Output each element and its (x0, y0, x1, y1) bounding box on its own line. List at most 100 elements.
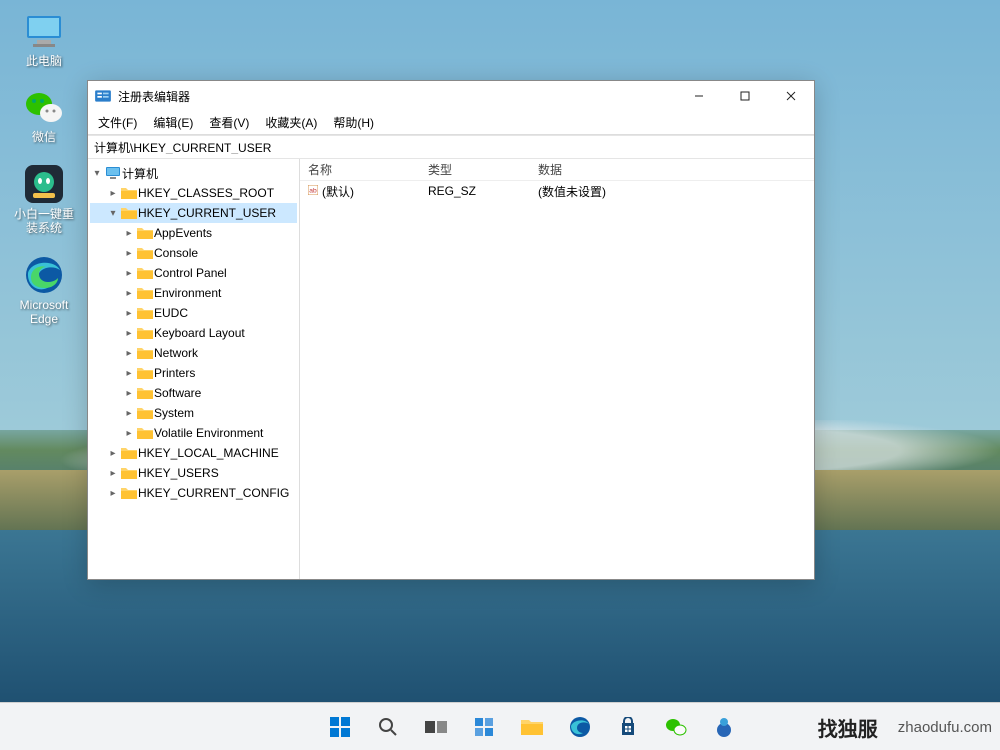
chevron-icon[interactable]: ▸ (122, 228, 136, 239)
desktop-icon-1[interactable]: 微信 (10, 86, 78, 144)
chevron-icon[interactable]: ▸ (106, 448, 120, 459)
folder-icon (120, 485, 138, 501)
tree-item-selected[interactable]: ▾ HKEY_CURRENT_USER (90, 203, 297, 223)
value-data: (数值未设置) (530, 183, 814, 200)
titlebar[interactable]: 注册表编辑器 (88, 81, 814, 111)
store-button[interactable] (608, 707, 648, 747)
chevron-icon[interactable]: ▸ (122, 368, 136, 379)
brand-text: 找独服 (818, 713, 878, 742)
wechat-icon (23, 86, 65, 128)
window-controls (676, 81, 814, 111)
tree-item[interactable]: ▸HKEY_LOCAL_MACHINE (90, 443, 297, 463)
tree-item[interactable]: ▸ Environment (90, 283, 297, 303)
col-type[interactable]: 类型 (420, 161, 530, 178)
regedit-icon (94, 87, 112, 105)
chevron-icon[interactable]: ▸ (106, 488, 120, 499)
desktop-icon-label: 小白一键重装系统 (10, 207, 78, 236)
value-name: (默认) (322, 183, 354, 200)
brand-url: zhaodufu.com (898, 719, 992, 736)
menu-item-1[interactable]: 编辑(E) (153, 114, 193, 131)
explorer-button[interactable] (512, 707, 552, 747)
folder-icon (136, 345, 154, 361)
tree-label: Control Panel (154, 266, 227, 280)
address-input[interactable] (94, 140, 808, 154)
tree-label: HKEY_CURRENT_USER (138, 206, 276, 220)
desktop-icon-2[interactable]: 小白一键重装系统 (10, 163, 78, 236)
edge-icon (23, 254, 65, 296)
chevron-icon[interactable]: ▸ (122, 388, 136, 399)
maximize-button[interactable] (722, 81, 768, 111)
desktop-icon-label: 微信 (32, 130, 56, 144)
tree-label: AppEvents (154, 226, 212, 240)
folder-icon (136, 365, 154, 381)
start-button[interactable] (320, 707, 360, 747)
tree-label: Software (154, 386, 201, 400)
tree-item[interactable]: ▸HKEY_CLASSES_ROOT (90, 183, 297, 203)
value-type: REG_SZ (420, 184, 530, 198)
chevron-icon[interactable]: ▸ (122, 308, 136, 319)
tree-item[interactable]: ▸ Control Panel (90, 263, 297, 283)
menu-item-0[interactable]: 文件(F) (98, 114, 137, 131)
folder-icon (136, 325, 154, 341)
reg-string-icon: ab (308, 184, 318, 198)
chevron-icon[interactable]: ▸ (106, 188, 120, 199)
tree-item[interactable]: ▸HKEY_USERS (90, 463, 297, 483)
wechat-taskbar-button[interactable] (656, 707, 696, 747)
pc-icon (23, 10, 65, 52)
tree-item[interactable]: ▸ Software (90, 383, 297, 403)
chevron-icon[interactable]: ▸ (122, 288, 136, 299)
tree-label: 计算机 (122, 165, 158, 182)
chevron-icon[interactable]: ▸ (106, 468, 120, 479)
window-title: 注册表编辑器 (118, 88, 676, 105)
tree-label: Network (154, 346, 198, 360)
tree-item[interactable]: ▸ Printers (90, 363, 297, 383)
tree-item[interactable]: ▸ Console (90, 243, 297, 263)
regedit-window: 注册表编辑器 文件(F)编辑(E)查看(V)收藏夹(A)帮助(H) ▾计算机▸H… (87, 80, 815, 580)
tree-root[interactable]: ▾ 计算机 (90, 163, 297, 183)
folder-icon (120, 185, 138, 201)
tree-label: Printers (154, 366, 195, 380)
chevron-icon[interactable]: ▸ (122, 408, 136, 419)
menu-item-2[interactable]: 查看(V) (209, 114, 249, 131)
search-button[interactable] (368, 707, 408, 747)
svg-text:ab: ab (309, 188, 317, 195)
tree-item[interactable]: ▸EUDC (90, 303, 297, 323)
tree-item[interactable]: ▸HKEY_CURRENT_CONFIG (90, 483, 297, 503)
minimize-button[interactable] (676, 81, 722, 111)
folder-icon (136, 385, 154, 401)
taskview-button[interactable] (416, 707, 456, 747)
tree-label: Environment (154, 286, 221, 300)
tree-panel[interactable]: ▾ 计算机▸HKEY_CLASSES_ROOT ▾ HKEY_CURRENT_USER… (88, 159, 300, 579)
desktop-icon-0[interactable]: 此电脑 (10, 10, 78, 68)
tree-item[interactable]: ▸Volatile Environment (90, 423, 297, 443)
folder-icon (104, 165, 122, 181)
edge-button[interactable] (560, 707, 600, 747)
chevron-icon[interactable]: ▸ (122, 248, 136, 259)
folder-icon (136, 245, 154, 261)
tree-item[interactable]: ▸Keyboard Layout (90, 323, 297, 343)
chevron-icon[interactable]: ▾ (106, 208, 120, 219)
folder-icon (136, 225, 154, 241)
folder-icon (136, 305, 154, 321)
desktop-icon-3[interactable]: Microsoft Edge (10, 254, 78, 327)
col-name[interactable]: 名称 (300, 161, 420, 178)
chevron-icon[interactable]: ▸ (122, 328, 136, 339)
chevron-icon[interactable]: ▸ (122, 348, 136, 359)
col-data[interactable]: 数据 (530, 161, 814, 178)
desktop-icon-label: 此电脑 (26, 54, 62, 68)
menu-item-4[interactable]: 帮助(H) (333, 114, 374, 131)
tree-item[interactable]: ▸ Network (90, 343, 297, 363)
tree-item[interactable]: ▸ System (90, 403, 297, 423)
tree-label: System (154, 406, 194, 420)
close-button[interactable] (768, 81, 814, 111)
chevron-icon[interactable]: ▸ (122, 268, 136, 279)
menu-item-3[interactable]: 收藏夹(A) (265, 114, 317, 131)
tree-label: Console (154, 246, 198, 260)
xiaobai-taskbar-button[interactable] (704, 707, 744, 747)
tree-item[interactable]: ▸ AppEvents (90, 223, 297, 243)
chevron-icon[interactable]: ▸ (122, 428, 136, 439)
list-panel[interactable]: 名称 类型 数据 ab (默认) REG_SZ(数值未设置) (300, 159, 814, 579)
list-row[interactable]: ab (默认) REG_SZ(数值未设置) (300, 181, 814, 201)
chevron-icon[interactable]: ▾ (90, 168, 104, 179)
widgets-button[interactable] (464, 707, 504, 747)
